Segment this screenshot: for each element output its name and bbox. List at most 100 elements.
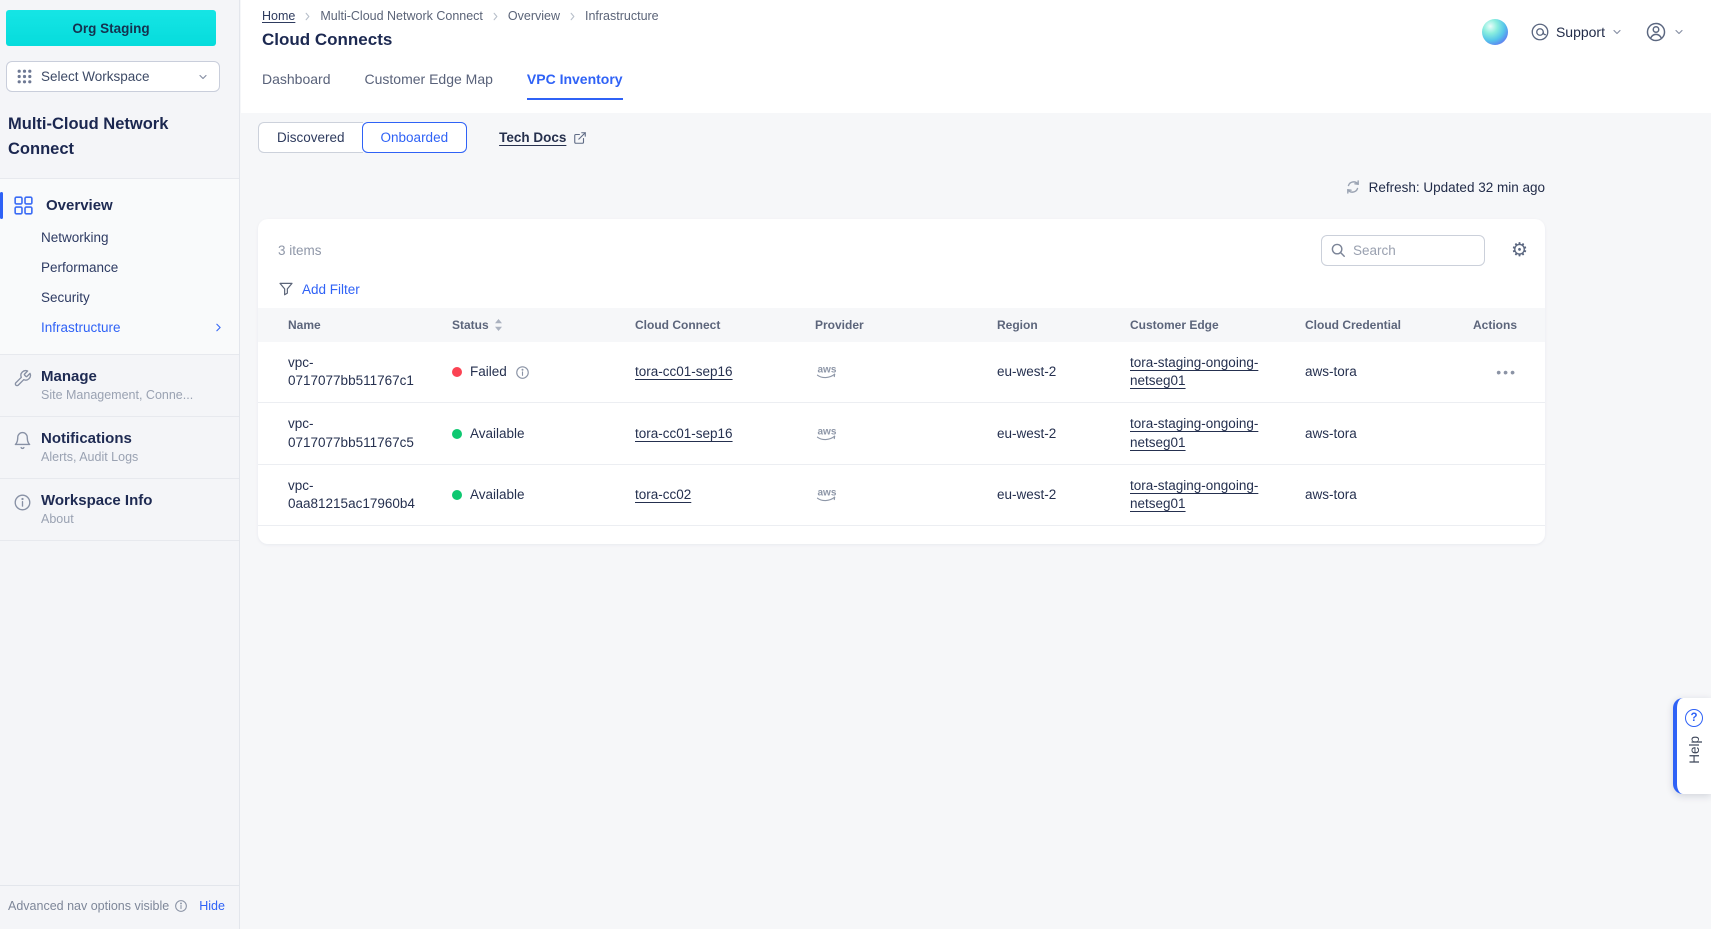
vpc-inventory-table: Name Status Cloud Connect Provider Regi [258, 308, 1545, 526]
sidebar-item-label: Notifications [41, 430, 225, 447]
vpc-table-card: 3 items ⚙ Add Filter [258, 219, 1545, 544]
sidebar-item-subtitle: Alerts, Audit Logs [41, 450, 225, 464]
support-icon [1530, 22, 1550, 42]
breadcrumb-item[interactable]: Infrastructure [585, 9, 659, 23]
column-header-cloud-credential: Cloud Credential [1305, 308, 1465, 342]
add-filter-button[interactable]: Add Filter [258, 266, 1545, 308]
tab-customer-edge-map[interactable]: Customer Edge Map [365, 71, 493, 100]
aws-text: aws [817, 426, 836, 437]
search-icon [1330, 242, 1346, 258]
toggle-onboarded-button[interactable]: Onboarded [362, 122, 468, 153]
org-banner-button[interactable]: Org Staging [6, 10, 216, 46]
filter-funnel-icon [278, 281, 294, 297]
sidebar-item-label: Security [41, 290, 90, 305]
aws-provider-icon: aws [815, 486, 839, 504]
sidebar-item-subtitle: About [41, 512, 225, 526]
refresh-label: Refresh: Updated 32 min ago [1369, 180, 1545, 195]
page-header: Home Multi-Cloud Network Connect Overvie… [241, 0, 1711, 113]
status-text: Available [470, 486, 525, 504]
sidebar-item-label: Manage [41, 368, 225, 385]
hide-nav-link[interactable]: Hide [199, 899, 225, 913]
customer-edge-link[interactable]: tora-staging-ongoing-netseg01 [1130, 416, 1258, 449]
chevron-right-icon [302, 11, 313, 22]
sidebar-item-infrastructure[interactable]: Infrastructure [0, 312, 239, 342]
tech-docs-label: Tech Docs [499, 130, 566, 145]
advanced-nav-text: Advanced nav options visible [8, 899, 169, 913]
grid-dots-icon [17, 69, 32, 84]
column-header-status[interactable]: Status [452, 308, 635, 342]
table-row: vpc-0aa81215ac17960b4 Available tora-cc0… [258, 464, 1545, 525]
sidebar-item-notifications[interactable]: Notifications Alerts, Audit Logs [0, 417, 239, 479]
cloud-credential-value: aws-tora [1305, 403, 1465, 464]
cloud-connect-link[interactable]: tora-cc02 [635, 487, 691, 502]
status-dot-available [452, 429, 462, 439]
tab-dashboard[interactable]: Dashboard [262, 71, 331, 100]
sidebar-item-label: Networking [41, 230, 109, 245]
status-info-icon[interactable] [515, 365, 530, 380]
help-tab[interactable]: ? Help [1673, 698, 1711, 794]
bell-icon [13, 431, 32, 450]
breadcrumb-item[interactable]: Multi-Cloud Network Connect [320, 9, 483, 23]
status-dot-available [452, 490, 462, 500]
refresh-status[interactable]: Refresh: Updated 32 min ago [258, 179, 1545, 195]
account-menu[interactable] [1645, 21, 1685, 43]
aws-provider-icon: aws [815, 425, 839, 443]
column-header-customer-edge: Customer Edge [1130, 308, 1305, 342]
cloud-connect-link[interactable]: tora-cc01-sep16 [635, 364, 733, 379]
help-label: Help [1687, 736, 1702, 764]
main-area: Home Multi-Cloud Network Connect Overvie… [241, 0, 1711, 929]
item-count: 3 items [278, 243, 322, 258]
add-filter-label: Add Filter [302, 282, 360, 297]
gear-icon[interactable]: ⚙ [1511, 241, 1528, 260]
sidebar-item-label: Infrastructure [41, 320, 121, 335]
cloud-connect-link[interactable]: tora-cc01-sep16 [635, 426, 733, 441]
vpc-name: vpc-0aa81215ac17960b4 [258, 464, 452, 525]
workspace-selector[interactable]: Select Workspace [6, 61, 220, 92]
tech-docs-link[interactable]: Tech Docs [499, 130, 587, 145]
sort-icon [494, 318, 503, 332]
chevron-down-icon [1673, 26, 1685, 38]
content-area: Discovered Onboarded Tech Docs Refresh: … [241, 113, 1711, 929]
row-actions-button[interactable]: ••• [1465, 342, 1545, 403]
tab-vpc-inventory[interactable]: VPC Inventory [527, 71, 623, 100]
aws-text: aws [817, 488, 836, 499]
breadcrumb-home[interactable]: Home [262, 9, 295, 23]
sidebar-item-networking[interactable]: Networking [0, 222, 239, 252]
aws-provider-icon: aws [815, 363, 839, 381]
sidebar-item-overview[interactable]: Overview [0, 189, 239, 222]
region-value: eu-west-2 [997, 464, 1130, 525]
chevron-right-icon [567, 11, 578, 22]
toggle-discovered-button[interactable]: Discovered [258, 122, 363, 153]
assistant-sphere-button[interactable] [1482, 19, 1508, 45]
chevron-down-icon [197, 71, 209, 83]
cloud-credential-value: aws-tora [1305, 464, 1465, 525]
customer-edge-link[interactable]: tora-staging-ongoing-netseg01 [1130, 355, 1258, 388]
sidebar-item-workspace-info[interactable]: Workspace Info About [0, 479, 239, 541]
account-icon [1645, 21, 1667, 43]
status-dot-failed [452, 367, 462, 377]
region-value: eu-west-2 [997, 342, 1130, 403]
advanced-nav-footer: Advanced nav options visible Hide [0, 885, 239, 929]
chevron-right-icon [490, 11, 501, 22]
column-header-label: Status [452, 318, 489, 332]
column-header-cloud-connect: Cloud Connect [635, 308, 815, 342]
breadcrumb-item[interactable]: Overview [508, 9, 560, 23]
sidebar-item-manage[interactable]: Manage Site Management, Conne... [0, 355, 239, 417]
help-question-icon: ? [1685, 709, 1703, 727]
sidebar-item-subtitle: Site Management, Conne... [41, 388, 225, 402]
customer-edge-link[interactable]: tora-staging-ongoing-netseg01 [1130, 478, 1258, 511]
table-row: vpc-0717077bb511767c5 Available tora-cc0… [258, 403, 1545, 464]
column-header-name: Name [258, 308, 452, 342]
column-header-region: Region [997, 308, 1130, 342]
support-menu[interactable]: Support [1530, 22, 1623, 42]
info-icon [13, 493, 32, 512]
cloud-credential-value: aws-tora [1305, 342, 1465, 403]
status-text: Failed [470, 363, 507, 381]
sidebar-item-label: Overview [46, 197, 113, 214]
sidebar-item-security[interactable]: Security [0, 282, 239, 312]
support-label: Support [1556, 24, 1605, 40]
external-link-icon [573, 131, 587, 145]
sidebar-item-performance[interactable]: Performance [0, 252, 239, 282]
table-header-row: Name Status Cloud Connect Provider Regi [258, 308, 1545, 342]
breadcrumb: Home Multi-Cloud Network Connect Overvie… [262, 9, 659, 23]
